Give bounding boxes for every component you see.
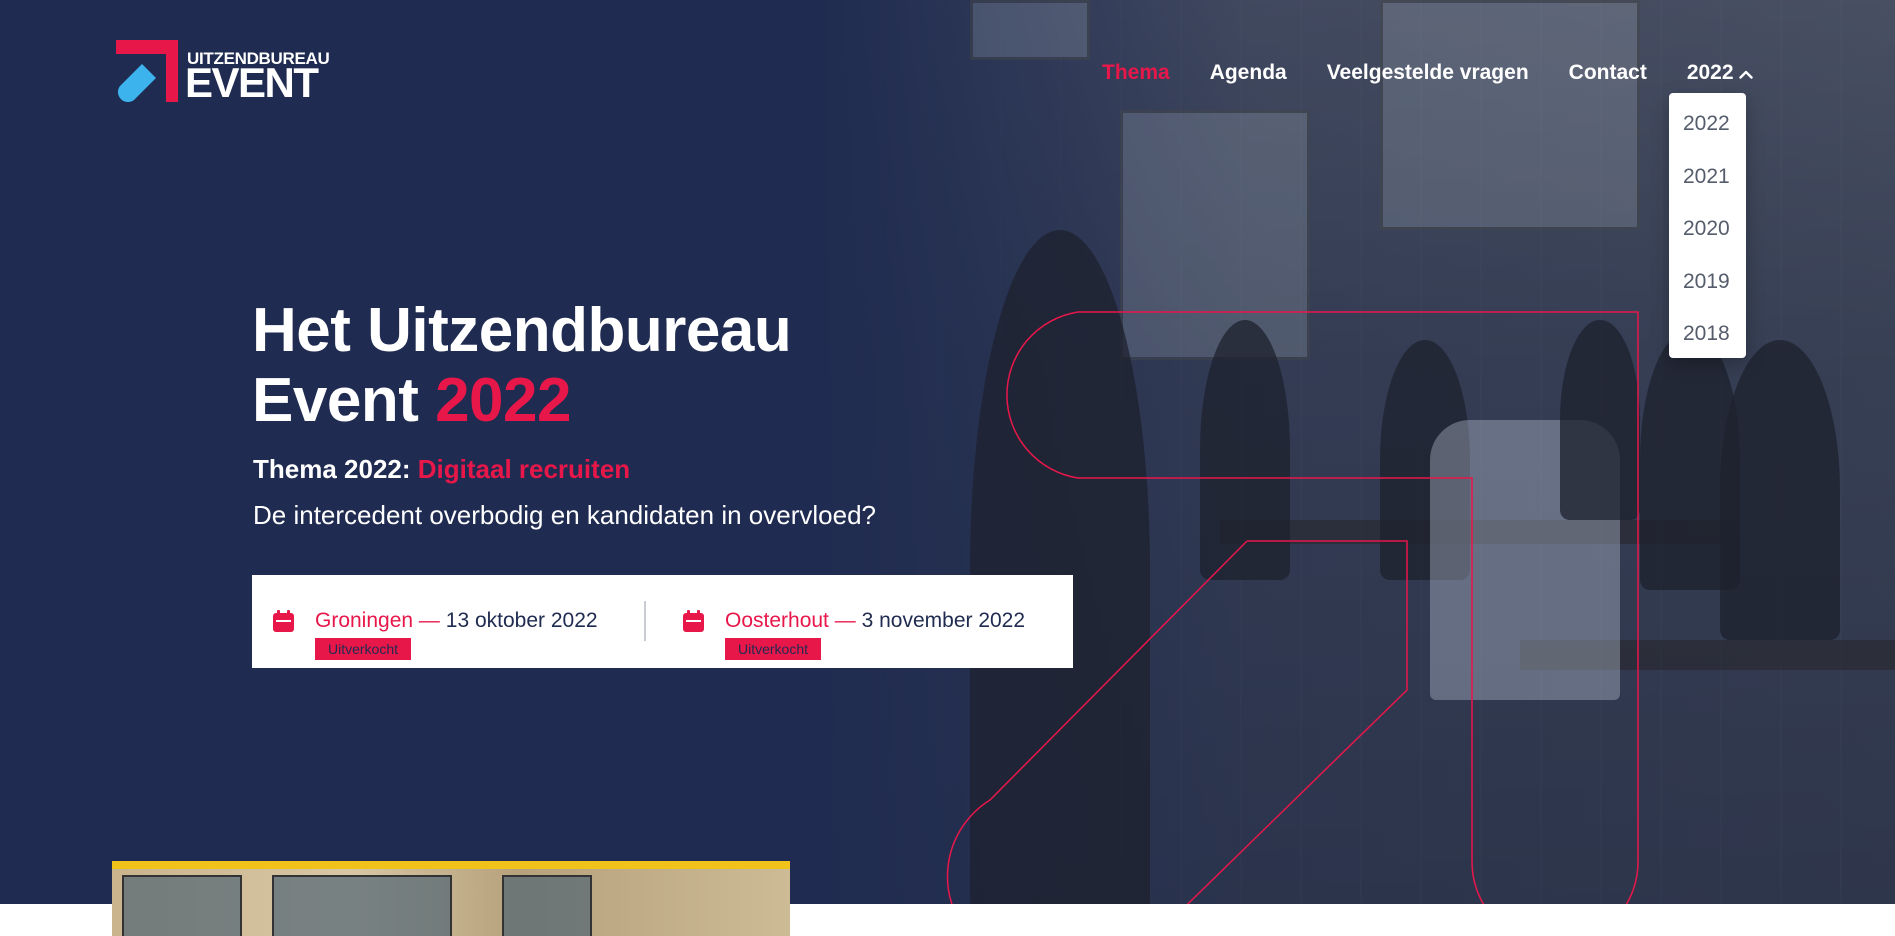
event-dates-card: Groningen — 13 oktober 2022 Uitverkocht … — [252, 575, 1073, 668]
theme-name: Digitaal recruiten — [417, 454, 631, 484]
year-option-2019[interactable]: 2019 — [1669, 262, 1746, 315]
title-line-1: Het Uitzendbureau — [252, 296, 792, 365]
logo-arrow-icon — [116, 40, 178, 102]
event-dash: — — [418, 609, 440, 632]
year-selector-toggle[interactable]: 2022 — [1687, 61, 1754, 85]
year-option-2020[interactable]: 2020 — [1669, 209, 1746, 262]
title-year: 2022 — [435, 366, 572, 435]
content-preview-photo — [112, 861, 790, 936]
hero-section: UITZENDBUREAU EVENT Thema Agenda Veelges… — [0, 0, 1895, 904]
calendar-icon — [683, 610, 704, 632]
uitzendbureau-event-logo[interactable]: UITZENDBUREAU EVENT — [112, 40, 330, 106]
main-navigation: Thema Agenda Veelgestelde vragen Contact… — [1102, 60, 1754, 86]
year-option-2021[interactable]: 2021 — [1669, 157, 1746, 210]
event-line: Groningen — 13 oktober 2022 — [315, 609, 598, 633]
event-groningen[interactable]: Groningen — 13 oktober 2022 Uitverkocht — [252, 575, 644, 668]
event-date: 13 oktober 2022 — [445, 609, 598, 632]
event-date: 3 november 2022 — [861, 609, 1026, 632]
calendar-icon — [273, 610, 294, 632]
sold-out-badge: Uitverkocht — [725, 638, 822, 660]
event-city: Oosterhout — [725, 609, 829, 632]
year-option-2022[interactable]: 2022 — [1669, 104, 1746, 157]
title-line-2-prefix: Event — [252, 366, 419, 435]
hero-subtitle: De intercedent overbodig en kandidaten i… — [253, 500, 876, 530]
year-selector-label: 2022 — [1686, 61, 1734, 84]
sold-out-badge: Uitverkocht — [315, 638, 412, 660]
nav-item-thema[interactable]: Thema — [1102, 61, 1170, 85]
event-divider — [644, 601, 646, 641]
event-oosterhout[interactable]: Oosterhout — 3 november 2022 Uitverkocht — [662, 575, 1073, 668]
chevron-up-icon — [1739, 70, 1754, 79]
year-option-2018[interactable]: 2018 — [1669, 314, 1746, 367]
nav-item-agenda[interactable]: Agenda — [1210, 61, 1287, 85]
page-title: Het Uitzendbureau Event 2022 — [252, 296, 952, 436]
nav-item-contact[interactable]: Contact — [1569, 61, 1647, 85]
theme-heading: Thema 2022: Digitaal recruiten — [253, 454, 630, 485]
event-city: Groningen — [315, 609, 414, 632]
event-dash: — — [834, 609, 856, 632]
theme-prefix: Thema 2022: — [253, 454, 411, 484]
event-line: Oosterhout — 3 november 2022 — [725, 609, 1025, 633]
nav-item-veelgestelde-vragen[interactable]: Veelgestelde vragen — [1327, 61, 1529, 85]
logo-text-bottom: EVENT — [185, 59, 319, 106]
year-dropdown-menu: 2022 2021 2020 2019 2018 — [1669, 93, 1746, 358]
